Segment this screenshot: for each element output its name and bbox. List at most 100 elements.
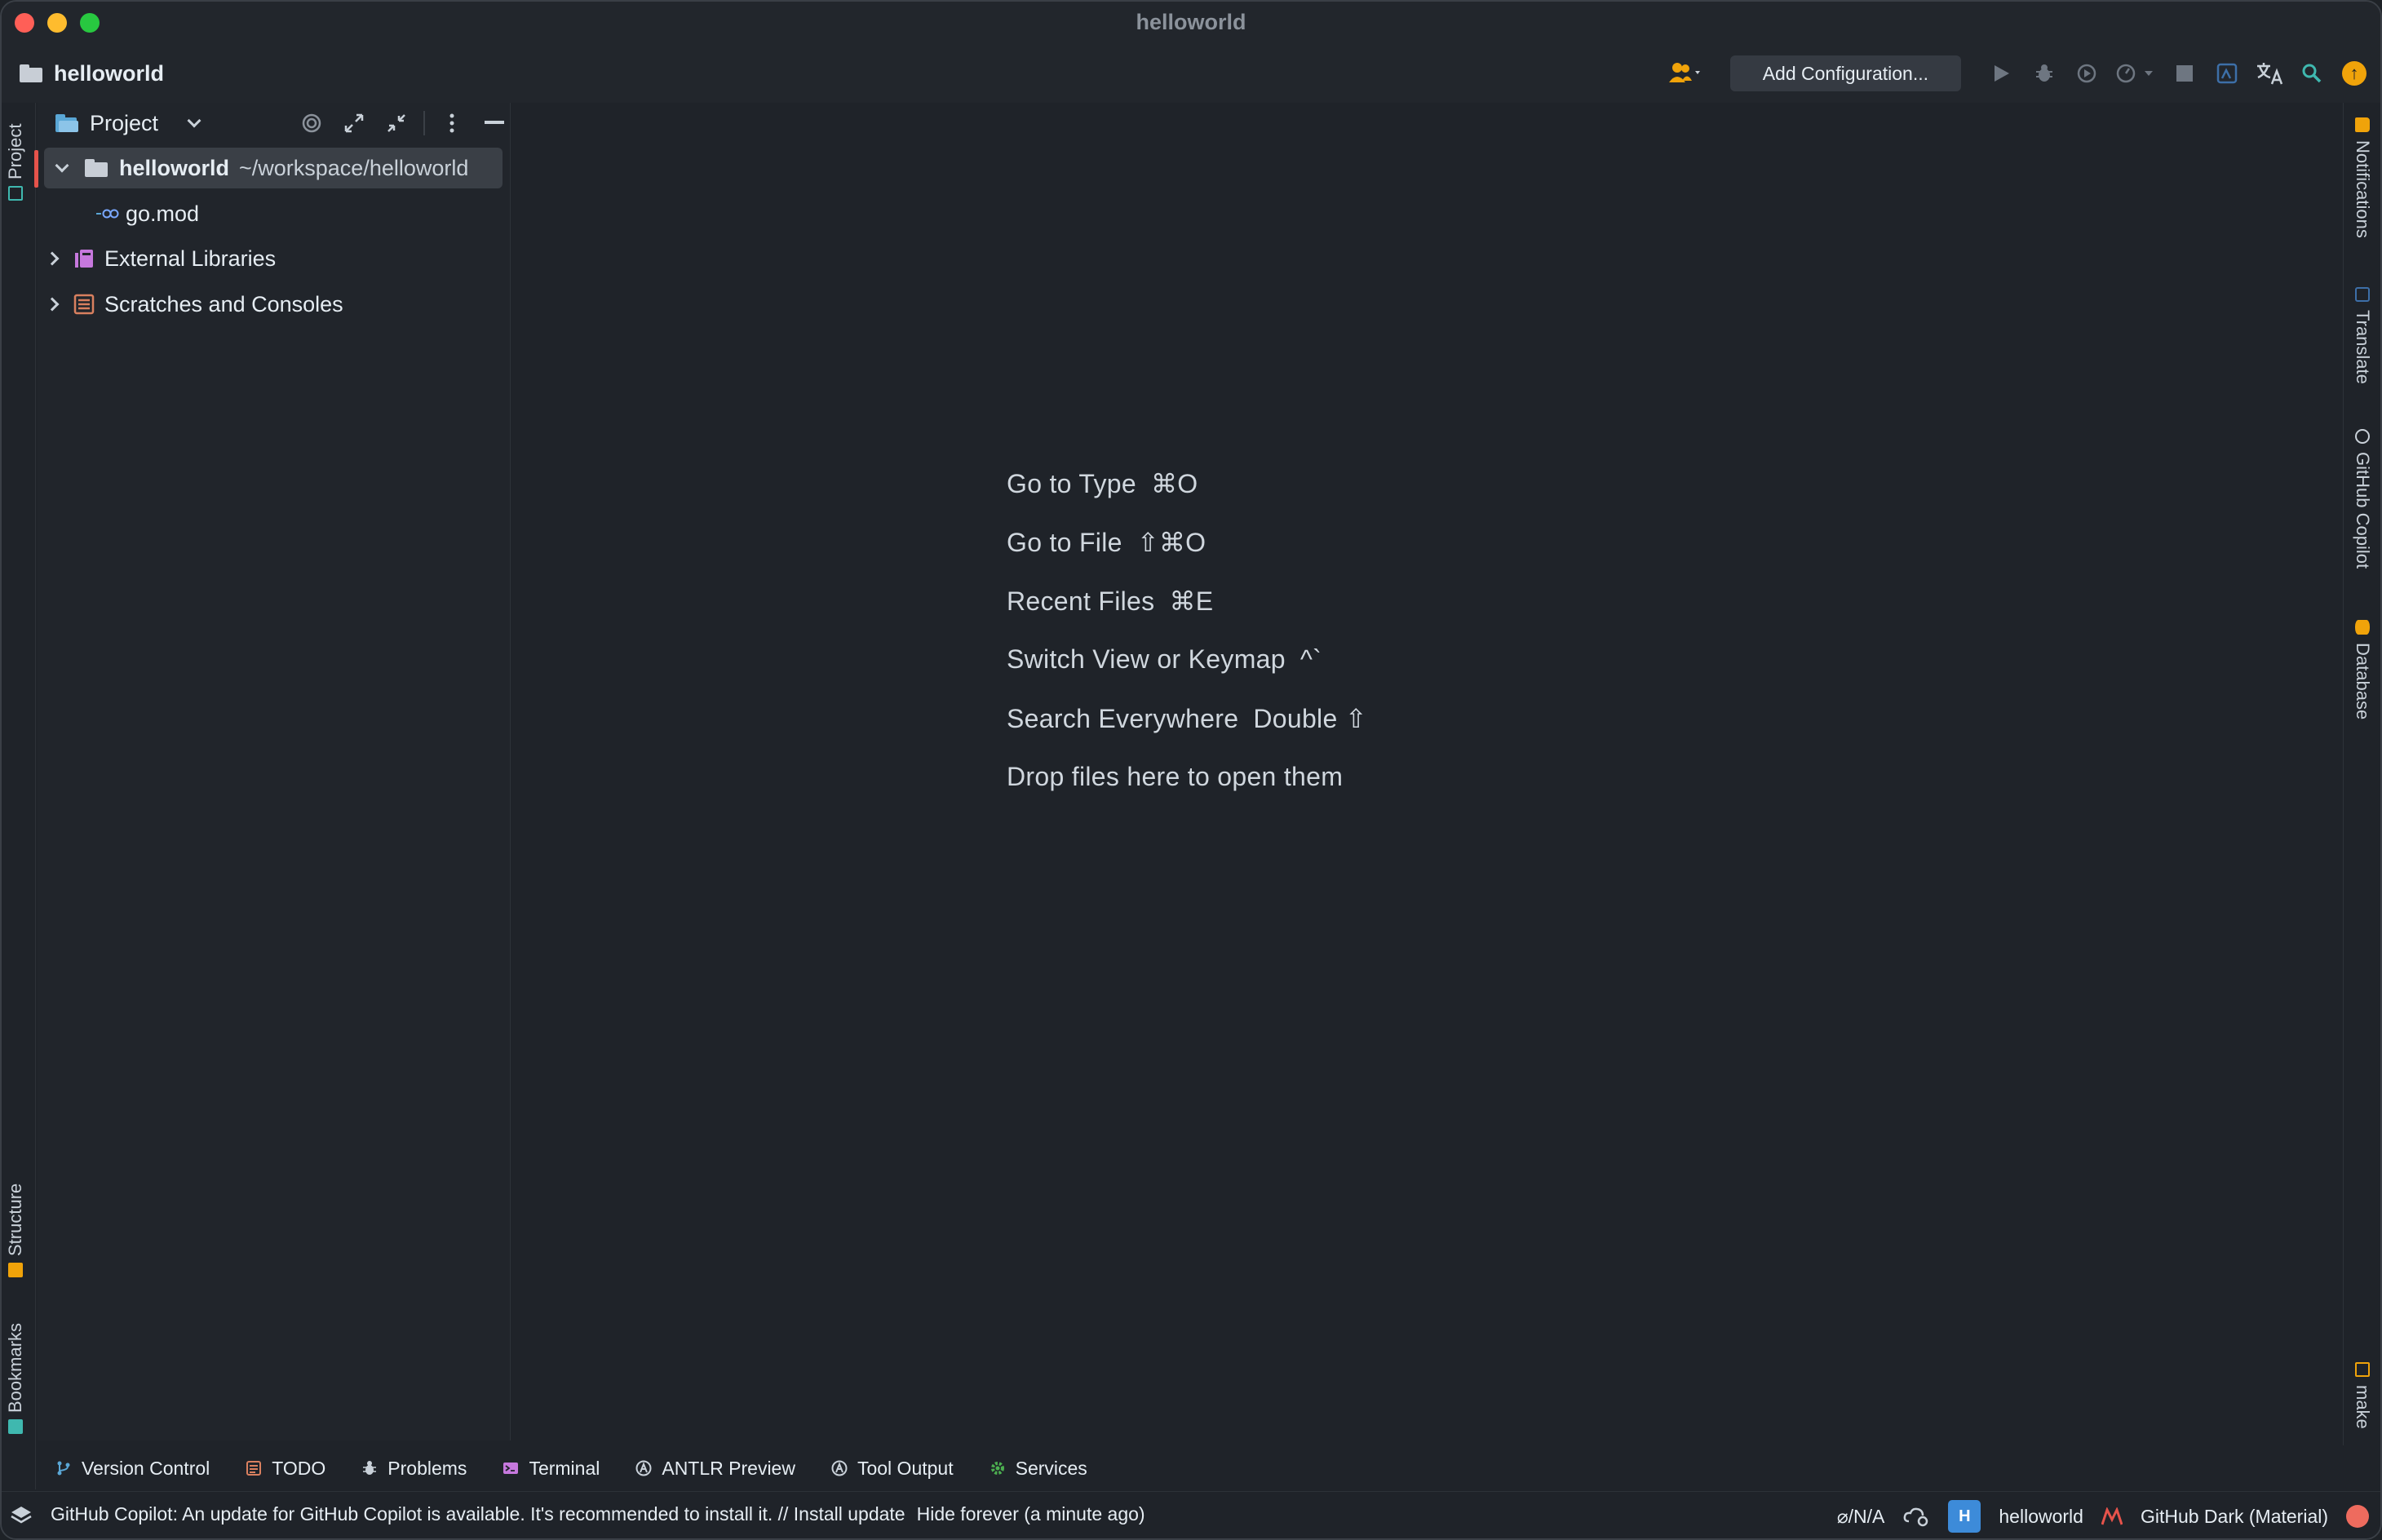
folder-icon	[85, 159, 108, 177]
structure-tool-tab[interactable]: Structure	[5, 1184, 26, 1277]
antlr-preview-tab[interactable]: ANTLR Preview	[635, 1458, 795, 1480]
notifications-tool-tab[interactable]: Notifications	[2352, 117, 2373, 238]
git-branch-icon	[57, 1461, 70, 1476]
translate-tool-tab[interactable]: Translate	[2352, 287, 2373, 384]
hide-forever-link[interactable]: Hide forever (a minute ago)	[917, 1503, 1145, 1525]
translate-tool-tab-label: Translate	[2353, 310, 2373, 384]
hint-shortcut: ^`	[1299, 644, 1322, 674]
version-control-label: Version Control	[82, 1457, 210, 1479]
tree-node-go-mod[interactable]: go.mod	[38, 193, 504, 234]
github-copilot-tool-tab[interactable]: GitHub Copilot	[2352, 429, 2373, 569]
terminal-label: Terminal	[529, 1457, 600, 1479]
run-with-coverage-button[interactable]	[2069, 55, 2105, 91]
right-tool-stripe: Notifications Translate GitHub Copilot D…	[2343, 103, 2380, 1489]
chevron-right-icon	[45, 251, 60, 266]
project-panel-tools	[296, 108, 510, 139]
select-opened-file-button[interactable]	[296, 108, 327, 139]
translate-image-button[interactable]	[2209, 55, 2245, 91]
structure-tool-tab-label: Structure	[5, 1183, 25, 1256]
stop-button[interactable]	[2167, 55, 2203, 91]
database-icon	[2355, 620, 2370, 635]
antlr-preview-label: ANTLR Preview	[662, 1457, 795, 1479]
window-title: helloworld	[1136, 10, 1246, 34]
arrow-up-icon: ↑	[2342, 61, 2367, 86]
tool-output-tab[interactable]: Tool Output	[831, 1458, 954, 1480]
run-button[interactable]	[1984, 55, 2020, 91]
expand-icon	[344, 113, 364, 133]
editor-empty-area[interactable]: Go to Type ⌘O Go to File ⇧⌘O Recent Files ⌘…	[512, 103, 2344, 1440]
image-translate-icon	[2216, 63, 2238, 84]
stop-icon	[2176, 65, 2193, 82]
version-control-tab[interactable]: Version Control	[55, 1458, 210, 1480]
hint-go-to-file: Go to File ⇧⌘O	[1007, 527, 1206, 558]
debug-button[interactable]	[2026, 55, 2062, 91]
project-view-selector[interactable]: Project	[54, 109, 201, 137]
hint-label: Switch View or Keymap	[1007, 644, 1286, 674]
tree-node-scratches[interactable]: Scratches and Consoles	[38, 284, 504, 325]
tree-node-external-libraries[interactable]: External Libraries	[38, 238, 504, 279]
bookmarks-tool-tab[interactable]: Bookmarks	[5, 1323, 26, 1434]
project-panel-header: Project	[38, 103, 510, 144]
hide-panel-button[interactable]	[479, 108, 510, 139]
chevron-down-icon	[55, 158, 69, 173]
problems-tab[interactable]: Problems	[361, 1458, 467, 1480]
toolbar-actions: Add Configuration... ↑	[1657, 54, 2372, 93]
bookmarks-tool-tab-label: Bookmarks	[5, 1322, 25, 1413]
project-tool-tab[interactable]: Project	[5, 124, 26, 201]
options-menu-button[interactable]	[436, 108, 467, 139]
left-tool-stripe: Project Structure Bookmarks	[2, 103, 36, 1489]
project-folder-icon	[55, 114, 78, 132]
profiler-icon	[2116, 64, 2153, 83]
profile-button[interactable]	[2111, 55, 2160, 91]
todo-icon	[246, 1461, 262, 1476]
terminal-tab[interactable]: Terminal	[503, 1458, 600, 1480]
hint-label: Search Everywhere	[1007, 704, 1239, 733]
database-tool-tab-label: Database	[2353, 643, 2373, 720]
antlr-icon	[831, 1460, 848, 1476]
scratches-label: Scratches and Consoles	[104, 291, 343, 316]
project-tool-window: Project helloworld ~/workspace/helloworl…	[34, 103, 511, 1440]
project-tool-tab-label: Project	[5, 123, 25, 179]
tree-node-root[interactable]: helloworld ~/workspace/helloworld	[44, 148, 503, 188]
expand-all-button[interactable]	[339, 108, 370, 139]
project-status-label[interactable]: helloworld	[1999, 1506, 2083, 1528]
coverage-icon	[2077, 64, 2096, 83]
project-badge: H	[1948, 1500, 1981, 1533]
add-configuration-button[interactable]: Add Configuration...	[1729, 55, 1961, 91]
services-tab[interactable]: Services	[990, 1458, 1087, 1480]
hint-label: Recent Files	[1007, 586, 1155, 616]
hint-shortcut: Double ⇧	[1253, 704, 1367, 733]
target-icon	[302, 113, 321, 133]
todo-tab[interactable]: TODO	[246, 1458, 325, 1480]
make-tool-tab[interactable]: make	[2352, 1362, 2373, 1429]
hint-shortcut: ⇧⌘O	[1136, 528, 1206, 557]
layers-icon[interactable]	[10, 1505, 33, 1528]
code-with-me-button[interactable]	[1657, 55, 1714, 91]
tool-output-label: Tool Output	[857, 1457, 954, 1479]
library-icon	[75, 250, 93, 268]
theme-color-indicator[interactable]	[2346, 1505, 2369, 1528]
make-tool-tab-label: make	[2353, 1385, 2373, 1429]
theme-status-label[interactable]: GitHub Dark (Material)	[2141, 1506, 2328, 1528]
folder-icon	[20, 64, 42, 82]
hint-label: Drop files here to open them	[1007, 762, 1344, 791]
ide-update-button[interactable]: ↑	[2336, 55, 2372, 91]
toolbar-divider	[423, 111, 425, 135]
translate-button[interactable]	[2251, 55, 2287, 91]
bookmark-icon	[8, 1419, 23, 1434]
search-everywhere-button[interactable]	[2294, 55, 2330, 91]
github-copilot-tool-tab-label: GitHub Copilot	[2353, 452, 2373, 569]
chevron-down-icon	[187, 113, 201, 128]
make-icon	[2355, 1362, 2370, 1377]
collapse-all-button[interactable]	[381, 108, 412, 139]
hint-label: Go to Type	[1007, 469, 1136, 498]
cloud-settings-icon[interactable]	[1902, 1505, 1930, 1528]
notifications-tool-tab-label: Notifications	[2353, 140, 2373, 238]
project-widget[interactable]: helloworld	[20, 59, 164, 88]
translate-icon	[2257, 63, 2283, 85]
status-message[interactable]: GitHub Copilot: An update for GitHub Cop…	[51, 1503, 1145, 1525]
minimize-icon	[485, 121, 504, 124]
vcs-status-widget[interactable]: ⌀/N/A	[1837, 1506, 1885, 1528]
database-tool-tab[interactable]: Database	[2352, 620, 2373, 719]
hint-recent-files: Recent Files ⌘E	[1007, 586, 1213, 617]
